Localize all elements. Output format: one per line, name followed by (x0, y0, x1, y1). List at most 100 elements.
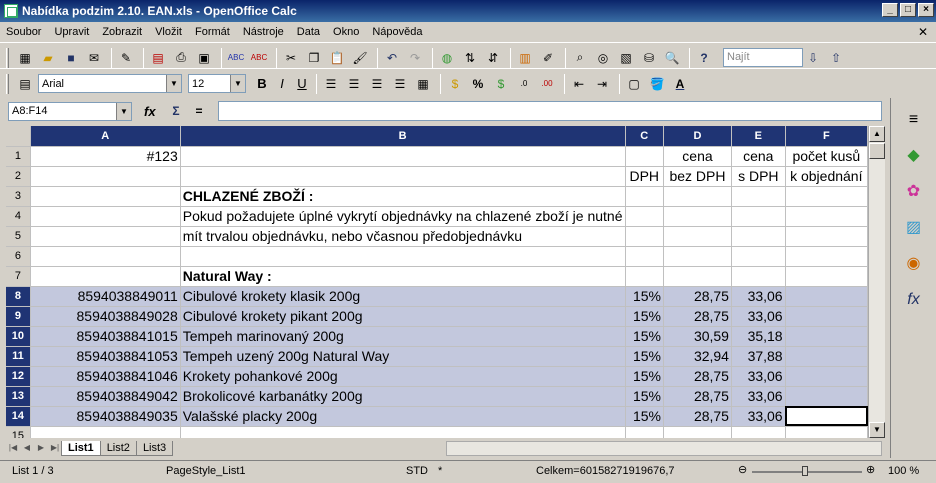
cell-f[interactable] (785, 346, 868, 367)
cell-e[interactable]: 33,06 (731, 286, 786, 307)
print-preview-icon[interactable]: ▣ (194, 48, 214, 68)
cell-e[interactable]: 33,06 (731, 366, 786, 387)
cell-f[interactable] (785, 226, 868, 247)
hyperlink-icon[interactable]: ◍ (437, 48, 457, 68)
chevron-down-icon[interactable]: ▼ (230, 75, 245, 92)
styles-icon[interactable]: ✿ (902, 180, 926, 204)
row-header[interactable]: 12 (6, 366, 31, 387)
last-sheet-icon[interactable]: ▶| (48, 441, 62, 455)
functions-icon[interactable]: fx (902, 288, 926, 312)
row-header[interactable]: 5 (6, 226, 31, 247)
status-mode[interactable]: STD (406, 465, 428, 477)
cell-f[interactable] (785, 306, 868, 327)
toolbar-grip[interactable] (6, 47, 9, 68)
cell-c[interactable]: DPH (625, 166, 664, 187)
cell-b[interactable]: Brokolicové karbanátky 200g (180, 386, 626, 407)
menu-data[interactable]: Data (297, 26, 320, 38)
cell-e[interactable] (731, 246, 786, 267)
cell-d[interactable] (663, 206, 732, 227)
cell-e[interactable]: 35,18 (731, 326, 786, 347)
new-document-icon[interactable]: ▦ (15, 48, 35, 68)
cell-b[interactable]: Cibulové krokety pikant 200g (180, 306, 626, 327)
cut-icon[interactable]: ✂ (281, 48, 301, 68)
cell-f[interactable] (785, 406, 868, 427)
cell-e[interactable] (731, 266, 786, 287)
cell-b[interactable]: mít trvalou objednávku, nebo včasnou pře… (180, 226, 626, 247)
cell-d[interactable]: cena (663, 146, 732, 167)
paste-icon[interactable]: 📋 (327, 48, 347, 68)
row-header[interactable]: 8 (6, 286, 31, 307)
email-icon[interactable]: ✉ (84, 48, 104, 68)
spellcheck-icon[interactable]: ABC (226, 48, 246, 68)
first-sheet-icon[interactable]: |◀ (6, 441, 20, 455)
print-icon[interactable]: ⎙ (171, 48, 191, 68)
cell-b[interactable]: CHLAZENÉ ZBOŽÍ : (180, 186, 626, 207)
row-header[interactable]: 13 (6, 386, 31, 407)
cell-b[interactable]: Valašské placky 200g (180, 406, 626, 427)
tab-list1[interactable]: List1 (61, 440, 101, 456)
cell-d[interactable]: 28,75 (663, 386, 732, 407)
cell-d[interactable] (663, 226, 732, 247)
cell-f[interactable] (785, 246, 868, 267)
justify-icon[interactable]: ☰ (390, 74, 410, 94)
cell-d[interactable] (663, 266, 732, 287)
chart-icon[interactable]: ▥ (515, 48, 535, 68)
bold-button[interactable]: B (252, 76, 272, 91)
font-color-icon[interactable]: A (670, 74, 690, 94)
cell-f[interactable] (785, 326, 868, 347)
copy-icon[interactable]: ❐ (304, 48, 324, 68)
row-header[interactable]: 14 (6, 406, 31, 427)
column-header-d[interactable]: D (663, 126, 732, 147)
cell-c[interactable]: 15% (625, 306, 664, 327)
cell-e[interactable]: 33,06 (731, 406, 786, 427)
zoom-in-icon[interactable]: ⊕ (866, 463, 875, 476)
cell-a[interactable] (30, 226, 181, 247)
cell-d[interactable]: bez DPH (663, 166, 732, 187)
cell-d[interactable] (663, 186, 732, 207)
cell-c[interactable] (625, 266, 664, 287)
cell-a[interactable] (30, 166, 181, 187)
menu-nastroje[interactable]: Nástroje (243, 26, 284, 38)
menu-upravit[interactable]: Upravit (54, 26, 89, 38)
cell-d[interactable]: 32,94 (663, 346, 732, 367)
cell-b[interactable]: Tempeh marinovaný 200g (180, 326, 626, 347)
standard-format-icon[interactable]: $ (491, 74, 511, 94)
cell-b[interactable] (180, 146, 626, 167)
row-header[interactable]: 2 (6, 166, 31, 187)
properties-icon[interactable]: ◆ (902, 144, 926, 168)
status-page-style[interactable]: PageStyle_List1 (166, 465, 246, 477)
select-all-corner[interactable] (6, 126, 31, 147)
column-header-a[interactable]: A (30, 126, 181, 147)
cell-a[interactable] (30, 426, 181, 438)
cell-a[interactable] (30, 266, 181, 287)
chevron-down-icon[interactable]: ▼ (166, 75, 181, 92)
cell-b[interactable]: Cibulové krokety klasik 200g (180, 286, 626, 307)
cell-d[interactable]: 28,75 (663, 286, 732, 307)
scroll-thumb[interactable] (869, 143, 885, 159)
next-sheet-icon[interactable]: ▶ (34, 441, 48, 455)
column-header-e[interactable]: E (731, 126, 786, 147)
cell-a[interactable]: 8594038849042 (30, 386, 181, 407)
cell-c[interactable] (625, 146, 664, 167)
cell-e[interactable] (731, 186, 786, 207)
cell-b[interactable]: Natural Way : (180, 266, 626, 287)
horizontal-scrollbar[interactable] (446, 441, 882, 456)
minimize-button[interactable]: _ (882, 3, 898, 17)
align-center-icon[interactable]: ☰ (344, 74, 364, 94)
tab-list3[interactable]: List3 (135, 440, 174, 456)
cell-b[interactable] (180, 426, 626, 438)
data-sources-icon[interactable]: ⛁ (639, 48, 659, 68)
sum-icon[interactable]: Σ (166, 101, 186, 121)
edit-file-icon[interactable]: ✎ (116, 48, 136, 68)
zoom-out-icon[interactable]: ⊖ (738, 463, 747, 476)
cell-c[interactable] (625, 186, 664, 207)
gallery-icon[interactable]: ▧ (616, 48, 636, 68)
row-header[interactable]: 7 (6, 266, 31, 287)
cell-c[interactable]: 15% (625, 366, 664, 387)
currency-format-icon[interactable]: $ (445, 74, 465, 94)
cell-b[interactable]: Krokety pohankové 200g (180, 366, 626, 387)
cell-e[interactable]: cena (731, 146, 786, 167)
cell-a[interactable]: 8594038841015 (30, 326, 181, 347)
column-header-c[interactable]: C (625, 126, 664, 147)
decrease-indent-icon[interactable]: ⇤ (569, 74, 589, 94)
